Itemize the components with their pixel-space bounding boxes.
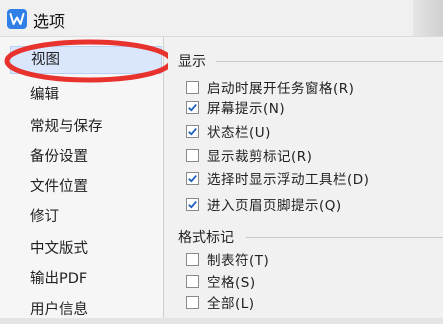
display-group-divider [216, 61, 443, 62]
sidebar-item-export-pdf[interactable]: 输出PDF [10, 265, 162, 293]
option-label: 空格(S) [207, 275, 256, 291]
option-floating-toolbar[interactable]: 选择时显示浮动工具栏(D) [186, 168, 369, 188]
bottom-edge [0, 318, 443, 324]
option-crop-marks[interactable]: 显示裁剪标记(R) [186, 145, 312, 165]
sidebar-item-backup[interactable]: 备份设置 [10, 143, 162, 171]
option-label: 进入页眉页脚提示(Q) [207, 198, 342, 214]
option-label: 全部(L) [207, 296, 255, 312]
wps-w-icon [7, 9, 27, 29]
checkmark-icon [188, 200, 197, 208]
option-label: 制表符(T) [207, 253, 270, 269]
checkmark-icon [188, 127, 197, 135]
dialog-title: 选项 [33, 12, 66, 31]
checkmark-icon [188, 103, 197, 111]
checkbox-spaces[interactable] [186, 274, 199, 288]
title-bar[interactable]: 选项 [0, 0, 443, 37]
option-label: 状态栏(U) [207, 125, 271, 141]
checkbox-all-marks[interactable] [186, 295, 199, 309]
option-label: 显示裁剪标记(R) [207, 149, 313, 165]
sidebar-item-revision[interactable]: 修订 [10, 203, 162, 231]
title-bar-edge [413, 0, 443, 36]
sidebar-item-file-location[interactable]: 文件位置 [10, 173, 162, 201]
option-header-footer-tips[interactable]: 进入页眉页脚提示(Q) [186, 194, 342, 214]
checkbox-header-footer-tips[interactable] [186, 197, 199, 211]
checkbox-floating-toolbar[interactable] [186, 171, 199, 185]
checkbox-tab-chars[interactable] [186, 252, 199, 266]
checkmark-icon [188, 174, 197, 182]
option-screen-tips[interactable]: 屏幕提示(N) [186, 97, 285, 117]
sidebar-item-view[interactable]: 视图 [10, 46, 162, 74]
option-label: 启动时展开任务窗格(R) [207, 81, 355, 97]
options-sidebar: 视图 编辑 常规与保存 备份设置 文件位置 修订 中文版式 输出PDF 用户信息 [0, 37, 164, 324]
option-expand-task-pane[interactable]: 启动时展开任务窗格(R) [186, 77, 354, 97]
checkbox-crop-marks[interactable] [186, 148, 199, 162]
checkbox-expand-task-pane[interactable] [186, 80, 199, 94]
format-marks-group-title: 格式标记 [178, 230, 234, 246]
option-spaces[interactable]: 空格(S) [186, 271, 256, 291]
display-group-title: 显示 [178, 54, 206, 70]
sidebar-item-chinese-layout[interactable]: 中文版式 [10, 235, 162, 263]
checkbox-screen-tips[interactable] [186, 100, 199, 114]
option-all-marks[interactable]: 全部(L) [186, 292, 255, 312]
options-dialog: 选项 视图 编辑 常规与保存 备份设置 文件位置 修订 中文版式 输出PDF 用… [0, 0, 443, 324]
option-tab-chars[interactable]: 制表符(T) [186, 249, 269, 269]
checkbox-status-bar[interactable] [186, 124, 199, 138]
view-settings-panel: 显示 启动时展开任务窗格(R) 屏幕提示(N) 状态栏(U) 显示裁剪标记(R) [168, 37, 443, 324]
option-label: 屏幕提示(N) [207, 101, 286, 117]
sidebar-divider [163, 37, 164, 324]
option-label: 选择时显示浮动工具栏(D) [207, 172, 370, 188]
sidebar-item-edit[interactable]: 编辑 [10, 81, 162, 109]
option-status-bar[interactable]: 状态栏(U) [186, 121, 271, 141]
format-marks-group-divider [246, 237, 443, 238]
sidebar-item-general-save[interactable]: 常规与保存 [10, 113, 162, 141]
